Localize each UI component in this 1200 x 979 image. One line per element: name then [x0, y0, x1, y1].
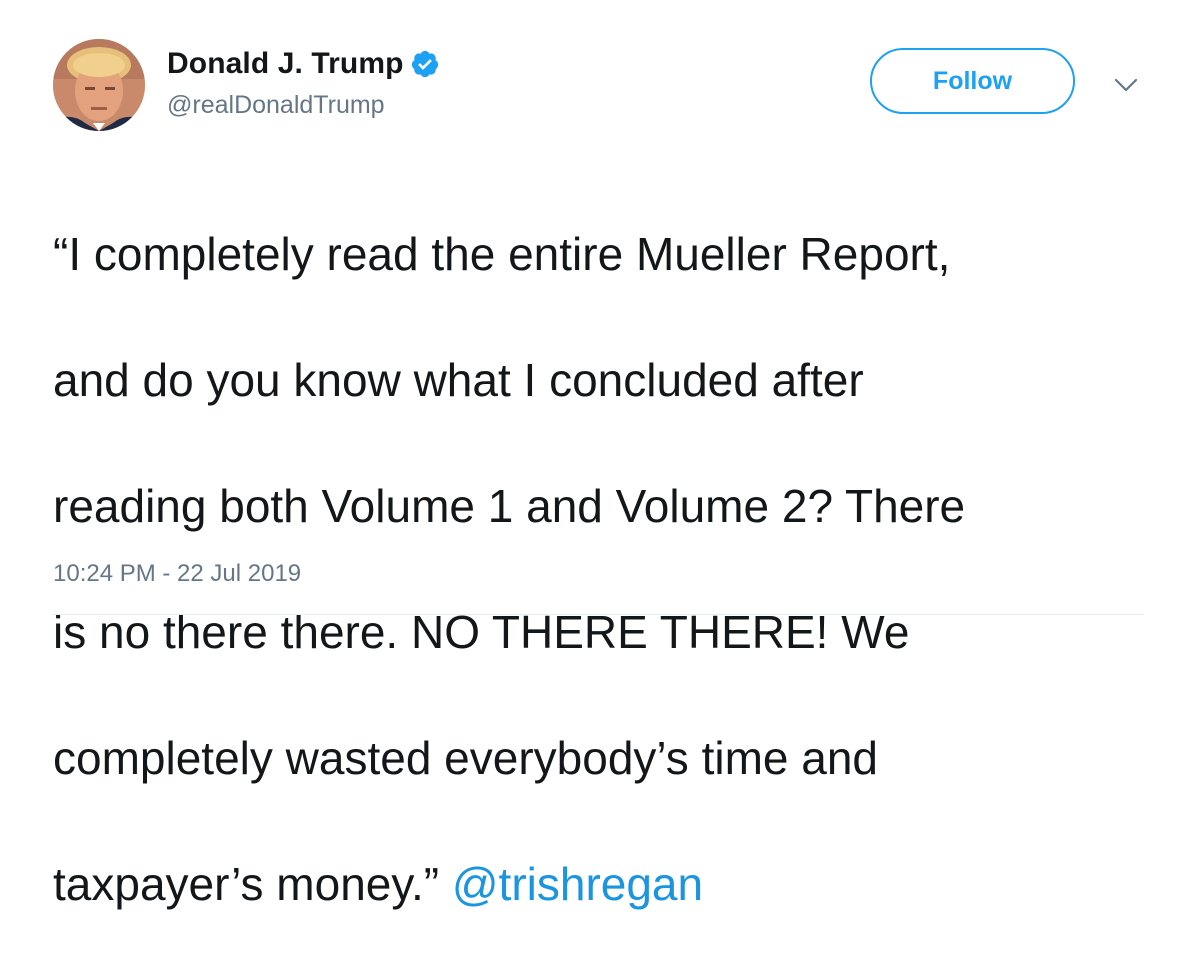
- tweet-line: “I completely read the entire Mueller Re…: [53, 228, 951, 280]
- avatar[interactable]: [53, 39, 145, 131]
- tweet-line: and do you know what I concluded after: [53, 354, 864, 406]
- chevron-down-icon[interactable]: [1114, 77, 1138, 93]
- verified-badge-icon: [410, 49, 440, 79]
- divider: [53, 614, 1143, 615]
- tweet-line: reading both Volume 1 and Volume 2? Ther…: [53, 480, 966, 532]
- profile-photo-icon: [53, 39, 145, 131]
- mention-link[interactable]: @trishregan: [452, 858, 703, 910]
- tweet-line: is no there there. NO THERE THERE! We: [53, 606, 910, 658]
- user-name-row: Donald J. Trump: [167, 44, 440, 84]
- user-handle[interactable]: @realDonaldTrump: [167, 91, 385, 120]
- tweet-line: completely wasted everybody’s time and: [53, 732, 879, 784]
- follow-button[interactable]: Follow: [870, 48, 1075, 114]
- tweet-line-last: taxpayer’s money.” @trishregan: [53, 853, 1163, 916]
- tweet-timestamp[interactable]: 10:24 PM - 22 Jul 2019: [53, 560, 301, 588]
- display-name[interactable]: Donald J. Trump: [167, 47, 404, 81]
- tweet-line-text: taxpayer’s money.”: [53, 858, 452, 910]
